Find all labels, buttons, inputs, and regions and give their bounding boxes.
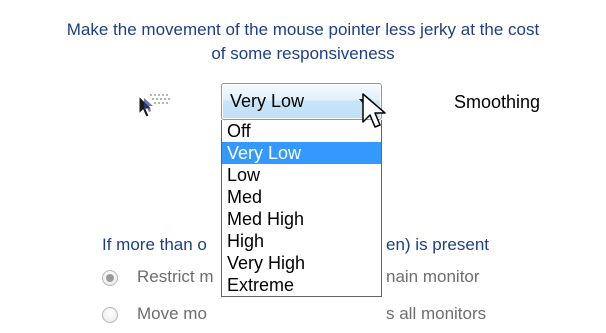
option-high[interactable]: High xyxy=(222,230,381,252)
smoothing-options-list[interactable]: Off Very Low Low Med Med High High Very … xyxy=(221,120,382,297)
smoothing-label: Smoothing xyxy=(454,92,541,112)
restrict-main-monitor-option-tail: nain monitor xyxy=(386,267,480,291)
option-very-low[interactable]: Very Low xyxy=(222,142,381,164)
multi-monitor-heading: If more than o xyxy=(102,235,207,255)
move-across-monitors-option-tail: s all monitors xyxy=(386,304,486,328)
option-very-high[interactable]: Very High xyxy=(222,252,381,274)
option-med[interactable]: Med xyxy=(222,186,381,208)
smoothing-select[interactable]: Very Low xyxy=(221,83,382,120)
description-line-2: of some responsiveness xyxy=(211,44,395,63)
mouse-pointer-trail-icon xyxy=(138,94,170,118)
option-extreme[interactable]: Extreme xyxy=(222,274,381,296)
option-med-high[interactable]: Med High xyxy=(222,208,381,230)
move-across-monitors-radio[interactable] xyxy=(102,307,118,323)
option-off[interactable]: Off xyxy=(222,120,381,142)
mouse-cursor-icon xyxy=(362,93,386,128)
description-line-1: Make the movement of the mouse pointer l… xyxy=(66,20,540,39)
multi-monitor-heading-tail: en) is present xyxy=(386,235,489,255)
restrict-main-monitor-label-right: nain monitor xyxy=(386,267,480,286)
monitor-heading-right: en) is present xyxy=(386,235,489,254)
smoothing-description: Make the movement of the mouse pointer l… xyxy=(0,18,606,66)
monitor-heading-left: If more than o xyxy=(102,235,207,254)
restrict-main-monitor-label-left: Restrict m xyxy=(137,267,214,286)
restrict-main-monitor-radio[interactable] xyxy=(102,270,118,286)
move-across-monitors-label-right: s all monitors xyxy=(386,304,487,323)
move-across-monitors-label-left: Move mo xyxy=(137,304,207,323)
pointer-options-panel: Make the movement of the mouse pointer l… xyxy=(0,0,606,333)
smoothing-selected-value: Very Low xyxy=(230,91,305,111)
option-low[interactable]: Low xyxy=(222,164,381,186)
